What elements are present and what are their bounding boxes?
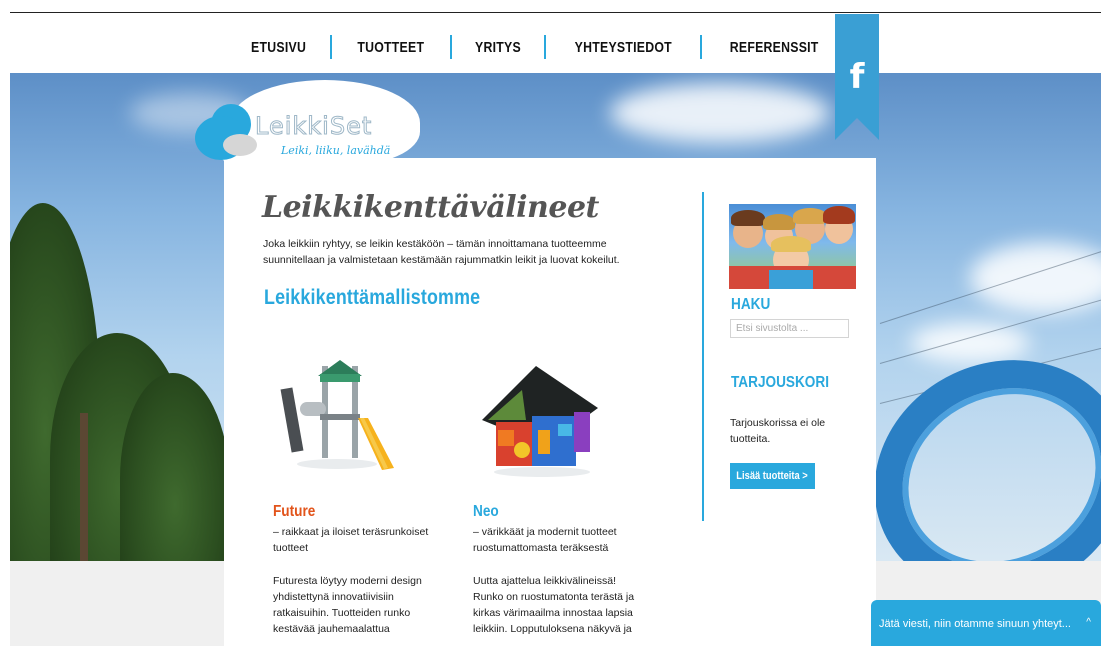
nav-item-yhteystiedot[interactable]: YHTEYSTIEDOT: [574, 39, 671, 56]
neo-product-image[interactable]: [476, 360, 606, 482]
page-title: Leikkikenttävälineet: [262, 190, 599, 225]
chat-widget[interactable]: Jätä viesti, niin otamme sinuun yhteyt..…: [871, 600, 1101, 646]
top-divider: [10, 12, 1101, 13]
product-neo-name[interactable]: Neo: [473, 503, 622, 521]
cart-empty-text: Tarjouskorissa ei ole tuotteita.: [730, 417, 826, 445]
product-neo-description: Uutta ajattelua leikkivälineissä! Runko …: [473, 575, 635, 635]
nav-separator: [449, 35, 452, 59]
kids-photo: [729, 204, 856, 289]
nav-item-referenssit[interactable]: REFERENSSIT: [730, 39, 819, 56]
product-future-name[interactable]: Future: [273, 503, 422, 521]
product-neo: Neo – värikkäät ja modernit tuotteet ruo…: [473, 503, 648, 637]
facebook-icon: f: [849, 57, 865, 97]
nav-separator: [543, 35, 546, 59]
nav-item-etusivu[interactable]: ETUSIVU: [251, 39, 306, 56]
product-future-description: Futuresta löytyy moderni design yhdistet…: [273, 575, 422, 635]
intro-text: Joka leikkiin ryhtyy, se leikin kestäköö…: [263, 238, 620, 266]
product-neo-subtitle: – värikkäät ja modernit tuotteet ruostum…: [473, 526, 617, 554]
search-heading: HAKU: [731, 296, 771, 313]
site-logo[interactable]: LeikkiSet Leiki, liiku, lavähdä: [195, 80, 435, 170]
add-products-label: Lisää tuotteita >: [736, 470, 809, 482]
sidebar-divider: [702, 192, 704, 521]
playground-neo-illustration: [476, 360, 606, 482]
nav-separator: [700, 35, 703, 59]
chevron-up-icon: ^: [1086, 617, 1091, 628]
add-products-button[interactable]: Lisää tuotteita >: [730, 463, 815, 489]
logo-tagline: Leiki, liiku, lavähdä: [281, 144, 391, 157]
playground-future-illustration: [274, 358, 400, 478]
nav-item-yritys[interactable]: YRITYS: [475, 39, 521, 56]
chat-label: Jätä viesti, niin otamme sinuun yhteyt..…: [879, 618, 1071, 630]
future-product-image[interactable]: [274, 358, 400, 478]
product-future-subtitle: – raikkaat ja iloiset teräsrunkoiset tuo…: [273, 526, 429, 554]
cart-heading: TARJOUSKORI: [731, 374, 829, 391]
logo-name: LeikkiSet: [254, 112, 373, 141]
facebook-ribbon[interactable]: f: [835, 14, 879, 140]
product-future: Future – raikkaat ja iloiset teräsrunkoi…: [273, 503, 448, 637]
nav-separator: [330, 35, 333, 59]
main-nav: ETUSIVU TUOTTEET YRITYS YHTEYSTIEDOT REF…: [245, 35, 867, 59]
search-input[interactable]: [730, 319, 849, 338]
section-heading: Leikkikenttämallistomme: [264, 286, 481, 309]
nav-item-tuotteet[interactable]: TUOTTEET: [357, 39, 424, 56]
